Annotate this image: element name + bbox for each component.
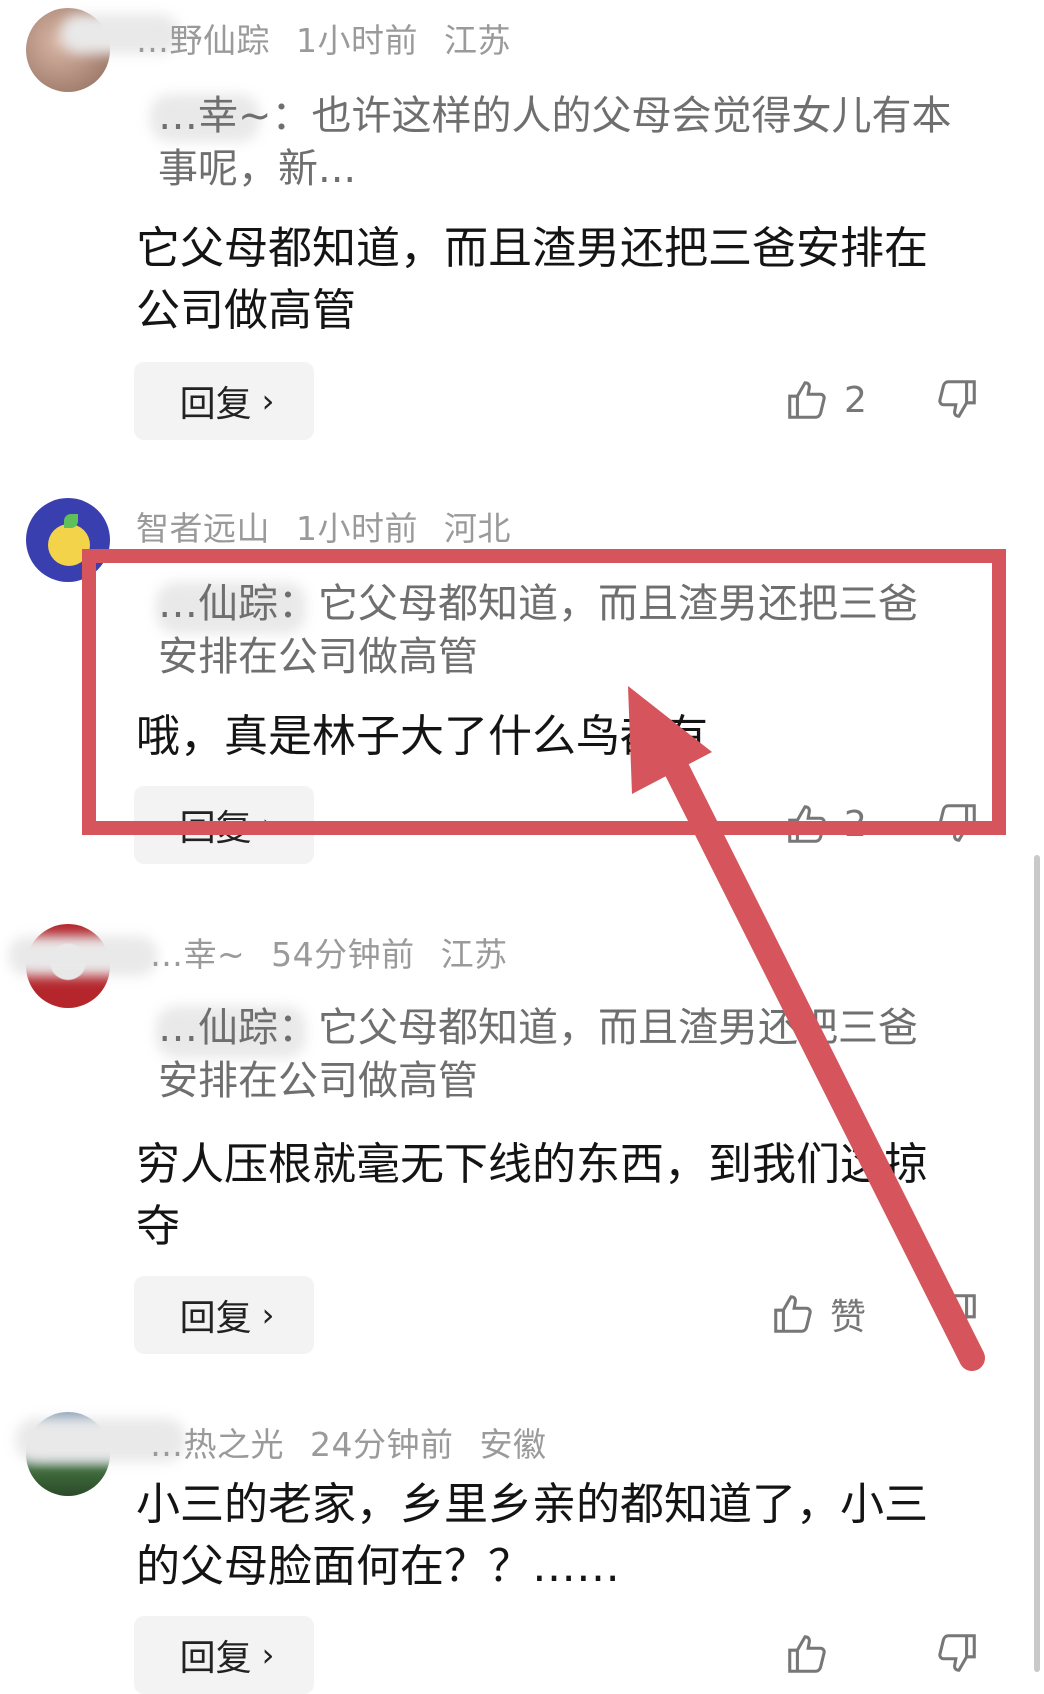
scrollbar[interactable] (1034, 855, 1040, 1672)
annotation-arrow (628, 686, 985, 1371)
arrow-shaft (659, 747, 985, 1371)
